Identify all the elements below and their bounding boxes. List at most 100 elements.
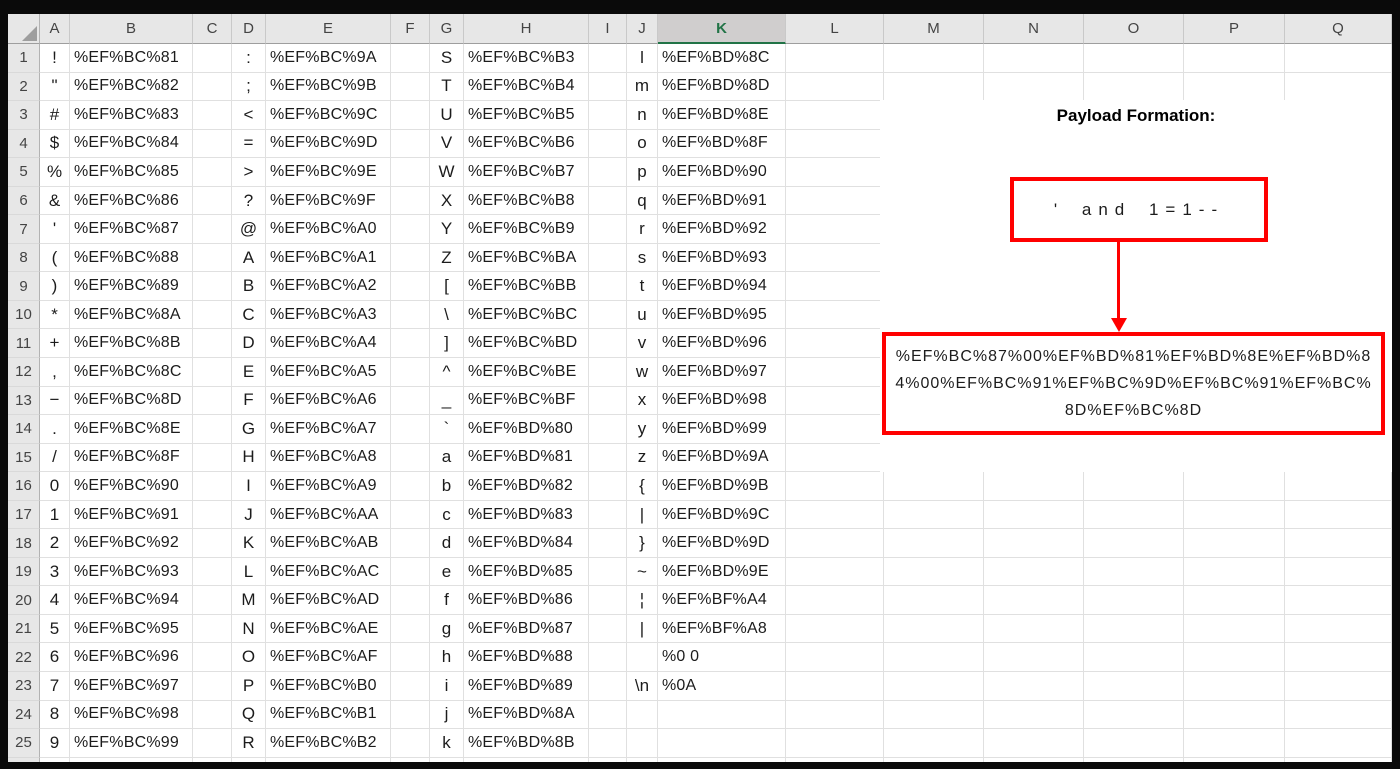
- cell-N2[interactable]: [984, 72, 1084, 102]
- cell-E3[interactable]: %EF%BC%9C: [266, 101, 391, 130]
- row-header-7[interactable]: 7: [8, 215, 40, 244]
- cell-G3[interactable]: U: [430, 101, 464, 130]
- cell-N22[interactable]: [984, 643, 1084, 673]
- col-header-C[interactable]: C: [193, 14, 232, 44]
- col-header-M[interactable]: M: [884, 14, 984, 44]
- cell-F23[interactable]: [391, 672, 430, 701]
- cell-G9[interactable]: [: [430, 272, 464, 301]
- cell-D1[interactable]: :: [232, 44, 266, 73]
- cell-A19[interactable]: 3: [40, 557, 70, 587]
- cell-E18[interactable]: %EF%BC%AB: [266, 529, 391, 558]
- cell-E20[interactable]: %EF%BC%AD: [266, 586, 391, 615]
- cell-N23[interactable]: [984, 672, 1084, 701]
- cell-G20[interactable]: f: [430, 586, 464, 615]
- cell-H16[interactable]: %EF%BD%82: [464, 472, 589, 501]
- row-header-23[interactable]: 23: [8, 672, 40, 701]
- cell-H20[interactable]: %EF%BD%86: [464, 586, 589, 615]
- cell-B7[interactable]: %EF%BC%87: [70, 215, 193, 244]
- cell-B23[interactable]: %EF%BC%97: [70, 672, 193, 701]
- cell-A11[interactable]: +: [40, 329, 70, 359]
- cell-B16[interactable]: %EF%BC%90: [70, 472, 193, 501]
- cell-L12[interactable]: [786, 358, 884, 387]
- cell-K19[interactable]: %EF%BD%9E: [658, 557, 786, 587]
- row-header-5[interactable]: 5: [8, 158, 40, 187]
- cell-J16[interactable]: {: [627, 472, 658, 501]
- cell-A21[interactable]: 5: [40, 614, 70, 644]
- cell-I6[interactable]: [589, 186, 627, 216]
- cell-J24[interactable]: [627, 700, 658, 730]
- cell-F4[interactable]: [391, 129, 430, 159]
- cell-K4[interactable]: %EF%BD%8F: [658, 129, 786, 159]
- col-header-N[interactable]: N: [984, 14, 1084, 44]
- cell-I14[interactable]: [589, 415, 627, 444]
- cell-L11[interactable]: [786, 329, 884, 359]
- cell-L22[interactable]: [786, 643, 884, 673]
- row-header-16[interactable]: 16: [8, 472, 40, 501]
- cell-Q25[interactable]: [1285, 729, 1392, 758]
- cell-I1[interactable]: [589, 44, 627, 73]
- row-header-26[interactable]: [8, 757, 40, 762]
- cell-M23[interactable]: [884, 672, 984, 701]
- cell-M2[interactable]: [884, 72, 984, 102]
- cell-O17[interactable]: [1084, 500, 1184, 530]
- cell-K11[interactable]: %EF%BD%96: [658, 329, 786, 359]
- cell-D6[interactable]: ?: [232, 186, 266, 216]
- cell-O19[interactable]: [1084, 557, 1184, 587]
- cell-Q20[interactable]: [1285, 586, 1392, 615]
- row-header-3[interactable]: 3: [8, 101, 40, 130]
- cell-D2[interactable]: ;: [232, 72, 266, 102]
- cell-A24[interactable]: 8: [40, 700, 70, 730]
- cell-M26[interactable]: [884, 757, 984, 762]
- cell-J20[interactable]: ¦: [627, 586, 658, 615]
- cell-C26[interactable]: [193, 757, 232, 762]
- cell-F21[interactable]: [391, 614, 430, 644]
- cell-K13[interactable]: %EF%BD%98: [658, 386, 786, 416]
- cell-I25[interactable]: [589, 729, 627, 758]
- cell-I20[interactable]: [589, 586, 627, 615]
- cell-L7[interactable]: [786, 215, 884, 244]
- cell-H9[interactable]: %EF%BC%BB: [464, 272, 589, 301]
- cell-J12[interactable]: w: [627, 358, 658, 387]
- row-header-25[interactable]: 25: [8, 729, 40, 758]
- cell-A23[interactable]: 7: [40, 672, 70, 701]
- cell-E19[interactable]: %EF%BC%AC: [266, 557, 391, 587]
- cell-Q26[interactable]: [1285, 757, 1392, 762]
- cell-O22[interactable]: [1084, 643, 1184, 673]
- cell-N18[interactable]: [984, 529, 1084, 558]
- col-header-K[interactable]: K: [658, 14, 786, 44]
- cell-B5[interactable]: %EF%BC%85: [70, 158, 193, 187]
- cell-H22[interactable]: %EF%BD%88: [464, 643, 589, 673]
- cell-C20[interactable]: [193, 586, 232, 615]
- cell-L3[interactable]: [786, 101, 884, 130]
- cell-I9[interactable]: [589, 272, 627, 301]
- cell-E9[interactable]: %EF%BC%A2: [266, 272, 391, 301]
- cell-E7[interactable]: %EF%BC%A0: [266, 215, 391, 244]
- cell-Q16[interactable]: [1285, 472, 1392, 501]
- cell-E1[interactable]: %EF%BC%9A: [266, 44, 391, 73]
- cell-C18[interactable]: [193, 529, 232, 558]
- cell-A20[interactable]: 4: [40, 586, 70, 615]
- row-header-15[interactable]: 15: [8, 443, 40, 473]
- cell-L8[interactable]: [786, 243, 884, 273]
- cell-O21[interactable]: [1084, 614, 1184, 644]
- cell-D14[interactable]: G: [232, 415, 266, 444]
- cell-I5[interactable]: [589, 158, 627, 187]
- cell-B11[interactable]: %EF%BC%8B: [70, 329, 193, 359]
- cell-E6[interactable]: %EF%BC%9F: [266, 186, 391, 216]
- col-header-D[interactable]: D: [232, 14, 266, 44]
- cell-B25[interactable]: %EF%BC%99: [70, 729, 193, 758]
- cell-A2[interactable]: ": [40, 72, 70, 102]
- cell-F22[interactable]: [391, 643, 430, 673]
- row-header-18[interactable]: 18: [8, 529, 40, 558]
- row-header-1[interactable]: 1: [8, 44, 40, 73]
- cell-D19[interactable]: L: [232, 557, 266, 587]
- cell-M22[interactable]: [884, 643, 984, 673]
- cell-F5[interactable]: [391, 158, 430, 187]
- cell-F20[interactable]: [391, 586, 430, 615]
- cell-F15[interactable]: [391, 443, 430, 473]
- cell-G21[interactable]: g: [430, 614, 464, 644]
- col-header-J[interactable]: J: [627, 14, 658, 44]
- cell-E11[interactable]: %EF%BC%A4: [266, 329, 391, 359]
- cell-O23[interactable]: [1084, 672, 1184, 701]
- cell-F16[interactable]: [391, 472, 430, 501]
